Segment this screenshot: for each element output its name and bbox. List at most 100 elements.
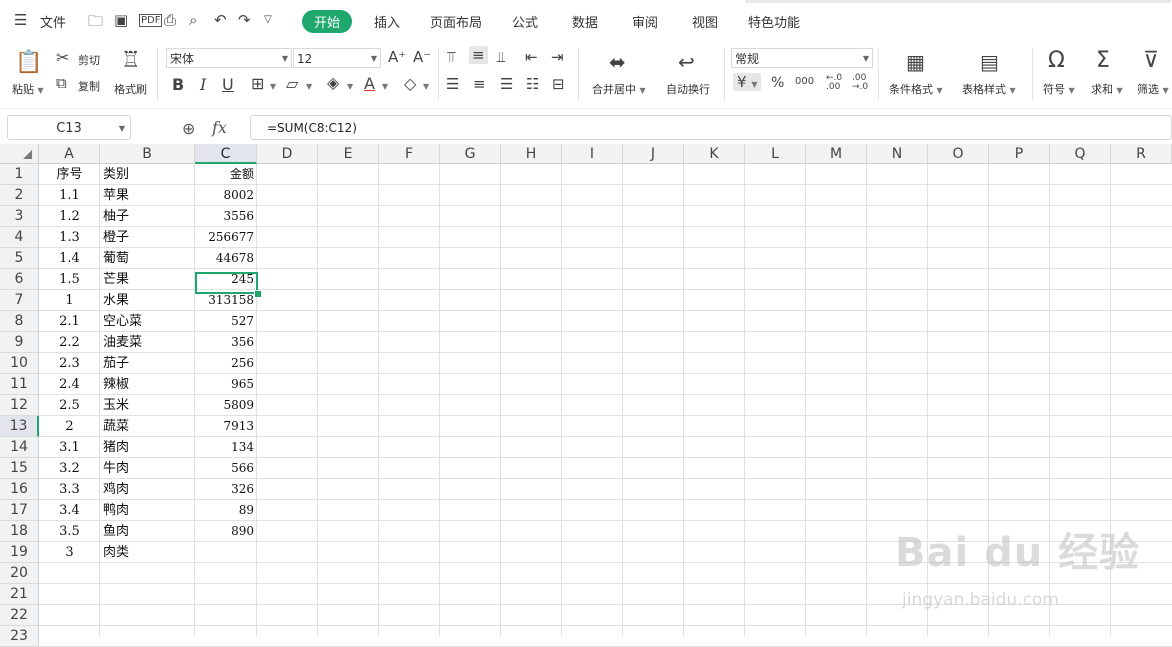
quick-access-dropdown-icon[interactable]: ▽ <box>264 14 272 25</box>
cell-C23[interactable] <box>195 626 257 647</box>
cell-C18[interactable]: 890 <box>195 521 257 542</box>
number-format-select[interactable]: 常规 ▼ <box>731 48 873 68</box>
cell-B12[interactable]: 玉米 <box>100 395 195 416</box>
row-header-12[interactable]: 12 <box>0 395 39 416</box>
row-header-6[interactable]: 6 <box>0 269 39 290</box>
cell-C17[interactable]: 89 <box>195 500 257 521</box>
row-header-7[interactable]: 7 <box>0 290 39 311</box>
cell-B8[interactable]: 空心菜 <box>100 311 195 332</box>
italic-icon[interactable]: I <box>200 75 206 94</box>
column-header-H[interactable]: H <box>501 144 562 164</box>
fill-handle[interactable] <box>254 290 262 298</box>
tab-data[interactable]: 数据 <box>572 12 598 31</box>
cell-B1[interactable]: 类别 <box>100 164 195 185</box>
row-header-19[interactable]: 19 <box>0 542 39 563</box>
row-header-15[interactable]: 15 <box>0 458 39 479</box>
column-header-O[interactable]: O <box>928 144 989 164</box>
tab-special-features[interactable]: 特色功能 <box>748 12 800 31</box>
cell-A8[interactable]: 2.1 <box>39 311 100 332</box>
cell-A23[interactable] <box>39 626 100 647</box>
name-box[interactable]: C13 ▼ <box>7 115 131 140</box>
copy-icon[interactable]: ⧉ <box>56 74 67 92</box>
align-bottom-icon[interactable]: ⫫ <box>497 48 505 66</box>
wrap-text-icon[interactable]: ↩ <box>678 50 695 74</box>
cell-A12[interactable]: 2.5 <box>39 395 100 416</box>
cell-A5[interactable]: 1.4 <box>39 248 100 269</box>
row-header-20[interactable]: 20 <box>0 563 39 584</box>
paste-button[interactable]: 粘贴 ▼ <box>12 81 44 97</box>
print-icon[interactable]: ⎙ <box>164 11 176 29</box>
cell-A16[interactable]: 3.3 <box>39 479 100 500</box>
cell-C22[interactable] <box>195 605 257 626</box>
column-header-I[interactable]: I <box>562 144 623 164</box>
file-menu[interactable]: 文件 <box>40 12 66 31</box>
row-header-5[interactable]: 5 <box>0 248 39 269</box>
cell-C21[interactable] <box>195 584 257 605</box>
cell-A21[interactable] <box>39 584 100 605</box>
column-header-M[interactable]: M <box>806 144 867 164</box>
row-header-1[interactable]: 1 <box>0 164 39 185</box>
cell-A3[interactable]: 1.2 <box>39 206 100 227</box>
cell-C3[interactable]: 3556 <box>195 206 257 227</box>
cell-A4[interactable]: 1.3 <box>39 227 100 248</box>
increase-indent-icon[interactable]: ⇥ <box>551 48 564 66</box>
row-header-13[interactable]: 13 <box>0 416 39 437</box>
cell-B15[interactable]: 牛肉 <box>100 458 195 479</box>
copy-button[interactable]: 复制 <box>78 78 100 94</box>
redo-icon[interactable]: ↷ <box>238 11 251 29</box>
underline-icon[interactable]: U <box>222 75 234 94</box>
align-top-icon[interactable]: ⫪ <box>447 48 455 66</box>
row-header-21[interactable]: 21 <box>0 584 39 605</box>
cell-C19[interactable] <box>195 542 257 563</box>
cell-C13[interactable]: 7913 <box>195 416 257 437</box>
export-pdf-icon[interactable]: PDF <box>139 14 163 27</box>
cell-A10[interactable]: 2.3 <box>39 353 100 374</box>
cell-B7[interactable]: 水果 <box>100 290 195 311</box>
decrease-indent-icon[interactable]: ⇤ <box>525 48 538 66</box>
cell-A19[interactable]: 3 <box>39 542 100 563</box>
format-painter-button[interactable]: 格式刷 <box>114 81 147 97</box>
row-header-14[interactable]: 14 <box>0 437 39 458</box>
cell-A1[interactable]: 序号 <box>39 164 100 185</box>
column-header-C[interactable]: C <box>195 144 257 164</box>
align-center-icon[interactable]: ≡ <box>473 75 486 93</box>
symbol-button[interactable]: 符号 ▼ <box>1043 81 1075 97</box>
cell-A7[interactable]: 1 <box>39 290 100 311</box>
format-painter-icon[interactable]: ♖ <box>121 48 141 73</box>
tab-page-layout[interactable]: 页面布局 <box>430 12 482 31</box>
cell-A14[interactable]: 3.1 <box>39 437 100 458</box>
align-right-icon[interactable]: ☰ <box>500 75 513 93</box>
select-all-corner[interactable] <box>0 144 39 164</box>
row-header-18[interactable]: 18 <box>0 521 39 542</box>
merge-center-button[interactable]: 合并居中 ▼ <box>592 81 646 97</box>
column-header-B[interactable]: B <box>100 144 195 164</box>
cell-C9[interactable]: 356 <box>195 332 257 353</box>
cell-B22[interactable] <box>100 605 195 626</box>
cell-B16[interactable]: 鸡肉 <box>100 479 195 500</box>
cell-C15[interactable]: 566 <box>195 458 257 479</box>
increase-font-icon[interactable]: A⁺ <box>388 48 406 66</box>
hamburger-menu-icon[interactable]: ☰ <box>14 11 27 29</box>
cell-B9[interactable]: 油麦菜 <box>100 332 195 353</box>
column-header-Q[interactable]: Q <box>1050 144 1111 164</box>
decrease-font-icon[interactable]: A⁻ <box>413 48 431 66</box>
conditional-format-button[interactable]: 条件格式 ▼ <box>889 81 943 97</box>
row-header-9[interactable]: 9 <box>0 332 39 353</box>
bold-icon[interactable]: B <box>172 75 184 94</box>
undo-icon[interactable]: ↶ <box>214 11 227 29</box>
column-header-D[interactable]: D <box>257 144 318 164</box>
wrap-text-button[interactable]: 自动换行 <box>666 81 710 97</box>
cell-A20[interactable] <box>39 563 100 584</box>
currency-icon[interactable]: ¥ ▼ <box>733 73 762 91</box>
cell-C4[interactable]: 256677 <box>195 227 257 248</box>
row-header-2[interactable]: 2 <box>0 185 39 206</box>
cell-B21[interactable] <box>100 584 195 605</box>
cell-B17[interactable]: 鸭肉 <box>100 500 195 521</box>
row-header-4[interactable]: 4 <box>0 227 39 248</box>
column-header-N[interactable]: N <box>867 144 928 164</box>
cell-B14[interactable]: 猪肉 <box>100 437 195 458</box>
formula-input[interactable]: =SUM(C8:C12) <box>250 115 1172 140</box>
cell-C10[interactable]: 256 <box>195 353 257 374</box>
row-header-10[interactable]: 10 <box>0 353 39 374</box>
cell-B11[interactable]: 辣椒 <box>100 374 195 395</box>
